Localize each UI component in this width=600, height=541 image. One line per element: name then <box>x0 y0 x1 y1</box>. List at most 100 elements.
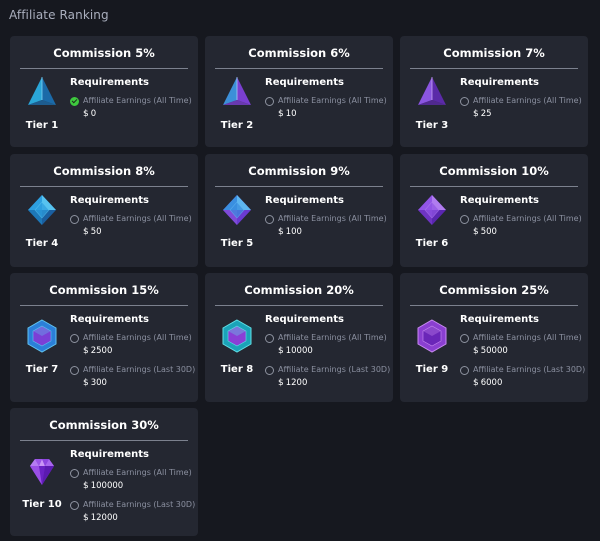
requirements-heading: Requirements <box>265 77 344 88</box>
check-pending-icon <box>265 366 274 375</box>
requirement-name: Affiliate Earnings (All Time) <box>278 214 387 223</box>
violet-pyramid-icon <box>415 75 449 109</box>
divider <box>410 68 578 69</box>
tier-label: Tier 8 <box>220 364 254 375</box>
commission-title: Commission 30% <box>49 418 159 432</box>
requirement-name: Affiliate Earnings (All Time) <box>473 96 582 105</box>
requirements-heading: Requirements <box>460 314 539 325</box>
requirement-value: $12000 <box>83 513 118 523</box>
divider <box>410 305 578 306</box>
blue-violet-diamond-icon <box>220 193 254 227</box>
check-pending-icon <box>460 97 469 106</box>
page-title: Affiliate Ranking <box>9 8 109 22</box>
requirement-name: Affiliate Earnings (Last 30D) <box>473 365 586 374</box>
requirement-amount: 25 <box>480 109 492 119</box>
requirements-heading: Requirements <box>70 314 149 325</box>
currency-symbol: $ <box>83 346 89 356</box>
tier-card: Commission 25% Tier 9 Requirements Affilia… <box>400 273 588 402</box>
requirement-name: Affiliate Earnings (All Time) <box>83 214 192 223</box>
blue-diamond-icon <box>25 193 59 227</box>
commission-title: Commission 20% <box>244 283 354 297</box>
currency-symbol: $ <box>473 346 479 356</box>
requirement-value: $0 <box>83 109 96 119</box>
currency-symbol: $ <box>278 109 284 119</box>
violet-diamond-icon <box>415 193 449 227</box>
requirement-value: $6000 <box>473 378 502 388</box>
requirement-name: Affiliate Earnings (All Time) <box>473 333 582 342</box>
requirement-name: Affiliate Earnings (Last 30D) <box>278 365 391 374</box>
tier-label: Tier 1 <box>25 120 59 131</box>
commission-title: Commission 7% <box>443 46 545 60</box>
requirements-heading: Requirements <box>70 449 149 460</box>
requirements-heading: Requirements <box>70 77 149 88</box>
tier-card: Commission 5% Tier 1 Requirements Affiliat… <box>10 36 198 147</box>
requirements-heading: Requirements <box>265 195 344 206</box>
divider <box>20 68 188 69</box>
currency-symbol: $ <box>83 513 89 523</box>
requirement-value: $100000 <box>83 481 123 491</box>
requirement-amount: 12000 <box>90 513 118 523</box>
requirement-value: $25 <box>473 109 492 119</box>
requirement-name: Affiliate Earnings (Last 30D) <box>83 365 196 374</box>
divider <box>215 305 383 306</box>
purple-hexagon-gem-icon <box>415 319 449 353</box>
currency-symbol: $ <box>278 227 284 237</box>
currency-symbol: $ <box>473 227 479 237</box>
check-pending-icon <box>460 334 469 343</box>
requirement-amount: 50 <box>90 227 102 237</box>
requirements-heading: Requirements <box>70 195 149 206</box>
tier-label: Tier 10 <box>22 499 62 510</box>
tier-label: Tier 4 <box>25 238 59 249</box>
requirements-heading: Requirements <box>265 314 344 325</box>
requirements-heading: Requirements <box>460 77 539 88</box>
tier-label: Tier 3 <box>415 120 449 131</box>
requirement-amount: 100 <box>285 227 302 237</box>
check-pending-icon <box>265 215 274 224</box>
divider <box>20 186 188 187</box>
requirement-name: Affiliate Earnings (Last 30D) <box>83 500 196 509</box>
requirement-amount: 300 <box>90 378 107 388</box>
divider <box>215 68 383 69</box>
commission-title: Commission 25% <box>439 283 549 297</box>
currency-symbol: $ <box>83 481 89 491</box>
requirement-name: Affiliate Earnings (All Time) <box>473 214 582 223</box>
currency-symbol: $ <box>473 378 479 388</box>
requirement-amount: 50000 <box>480 346 508 356</box>
requirement-value: $100 <box>278 227 302 237</box>
tier-label: Tier 5 <box>220 238 254 249</box>
tier-card: Commission 7% Tier 3 Requirements Affiliat… <box>400 36 588 147</box>
check-pending-icon <box>70 501 79 510</box>
check-pending-icon <box>265 334 274 343</box>
commission-title: Commission 8% <box>53 164 155 178</box>
blue-pyramid-icon <box>25 75 59 109</box>
currency-symbol: $ <box>83 227 89 237</box>
divider <box>215 186 383 187</box>
currency-symbol: $ <box>83 109 89 119</box>
requirement-value: $500 <box>473 227 497 237</box>
tier-card: Commission 6% Tier 2 Requirements Affiliat… <box>205 36 393 147</box>
requirement-value: $2500 <box>83 346 112 356</box>
divider <box>20 305 188 306</box>
tier-label: Tier 7 <box>25 364 59 375</box>
requirement-name: Affiliate Earnings (All Time) <box>278 333 387 342</box>
requirement-amount: 100000 <box>90 481 124 491</box>
tier-card: Commission 30% Tier 10 Requirements Affili… <box>10 408 198 536</box>
currency-symbol: $ <box>473 109 479 119</box>
check-pending-icon <box>265 97 274 106</box>
check-complete-icon <box>70 97 79 106</box>
requirement-value: $300 <box>83 378 107 388</box>
check-pending-icon <box>70 334 79 343</box>
requirement-value: $1200 <box>278 378 307 388</box>
requirement-amount: 0 <box>90 109 97 119</box>
tier-card: Commission 9% Tier 5 Requirements Affiliat… <box>205 154 393 267</box>
requirement-value: $50 <box>83 227 102 237</box>
commission-title: Commission 10% <box>439 164 549 178</box>
tier-card: Commission 10% Tier 6 Requirements Affilia… <box>400 154 588 267</box>
check-pending-icon <box>70 469 79 478</box>
currency-symbol: $ <box>278 346 284 356</box>
currency-symbol: $ <box>83 378 89 388</box>
divider <box>20 440 188 441</box>
violet-hexagon-gem-icon <box>25 319 59 353</box>
requirement-amount: 2500 <box>90 346 113 356</box>
commission-title: Commission 6% <box>248 46 350 60</box>
